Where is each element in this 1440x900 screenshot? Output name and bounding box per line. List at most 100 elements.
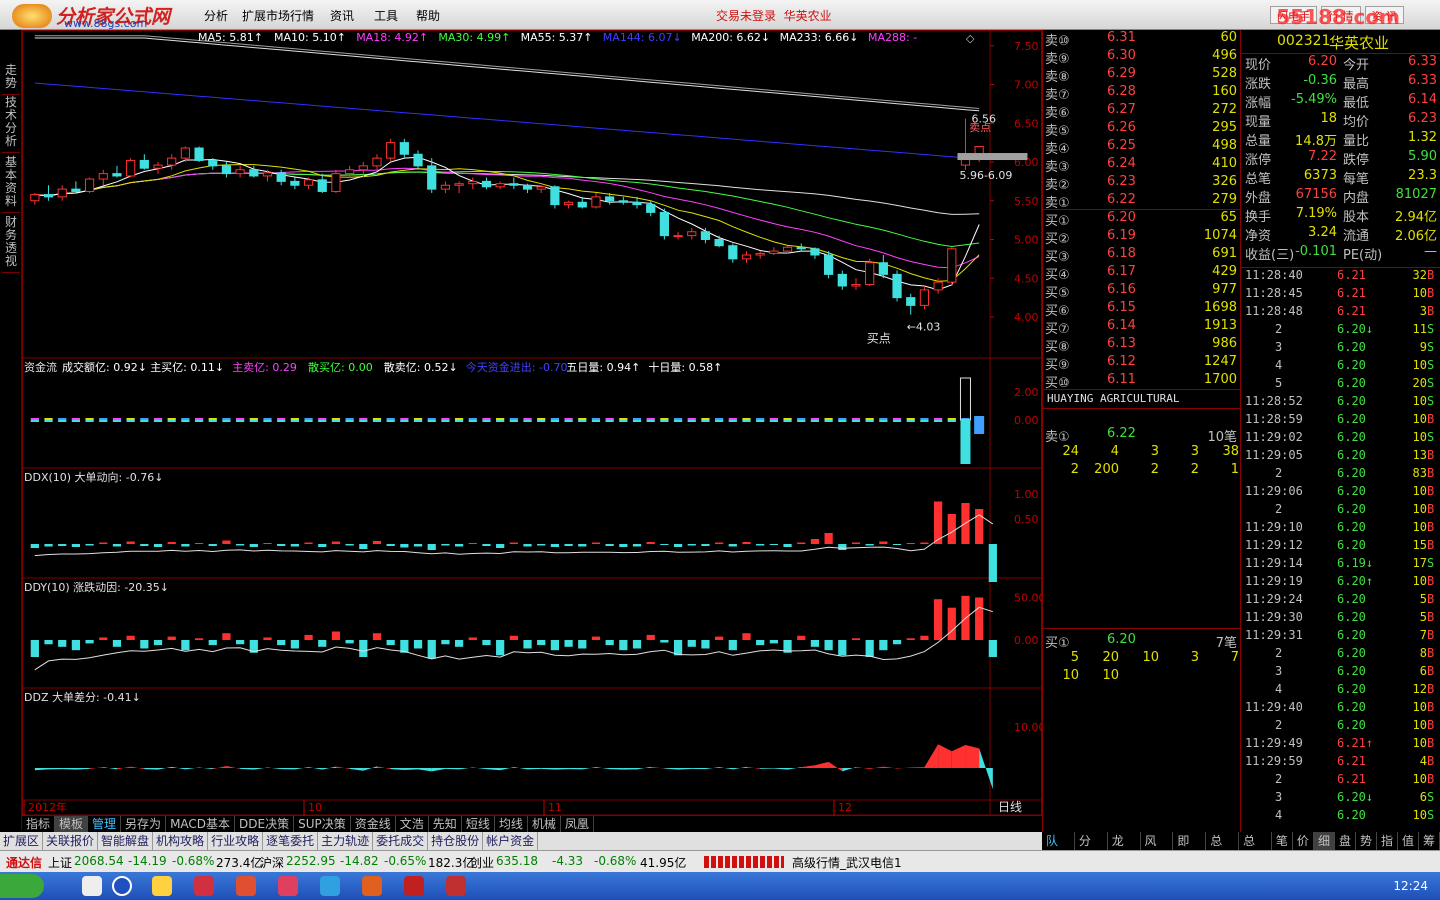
right-panel-tab[interactable]: 价 — [1293, 832, 1314, 850]
side-tab-trend[interactable]: 走势 — [2, 60, 20, 95]
indicator-tab[interactable]: DDE决策 — [235, 816, 295, 832]
menu-news[interactable]: 资讯 — [330, 7, 354, 24]
app-icon[interactable] — [194, 876, 214, 896]
right-panel-tab[interactable]: 队列 — [1042, 832, 1075, 866]
right-panel-tab[interactable]: 总散 — [1206, 832, 1240, 866]
stock-app-icon[interactable] — [404, 876, 424, 896]
right-panel-tab[interactable]: 指 — [1377, 832, 1398, 850]
order-book-sell-row[interactable]: 卖⑨ 6.30 496 — [1043, 48, 1241, 67]
order-book-buy-row[interactable]: 买① 6.20 65 — [1043, 210, 1241, 229]
extension-tab[interactable]: 逐笔委托 — [263, 832, 319, 850]
candle-body — [180, 147, 190, 159]
indicator-tab[interactable]: 模板 — [55, 816, 89, 832]
order-book-sell-row[interactable]: 卖⑥ 6.27 272 — [1043, 102, 1241, 121]
indicator-tab[interactable]: SUP决策 — [294, 816, 351, 832]
order-book-sell-row[interactable]: 卖④ 6.25 498 — [1043, 138, 1241, 157]
right-panel-tab[interactable]: 细 — [1313, 832, 1335, 850]
sell-queue-header: 卖① 6.22 10笔 — [1043, 426, 1241, 445]
right-panel-tab[interactable]: 龙虎 — [1108, 832, 1141, 866]
order-book-buy-row[interactable]: 买⑧ 6.13 986 — [1043, 336, 1241, 355]
extension-tab[interactable]: 智能解盘 — [98, 832, 154, 850]
right-panel-tab[interactable]: 势 — [1356, 832, 1377, 850]
order-book-sell-row[interactable]: 卖③ 6.24 410 — [1043, 156, 1241, 175]
extension-tab[interactable]: 关联报价 — [43, 832, 99, 850]
side-tab-financials[interactable]: 财务透视 — [2, 212, 20, 273]
taskbar-app-icon[interactable] — [82, 876, 102, 896]
order-book-sell-row[interactable]: 卖② 6.23 326 — [1043, 174, 1241, 193]
right-panel-tab[interactable]: 值 — [1398, 832, 1420, 850]
ddz-area — [335, 766, 350, 769]
order-book-sell-row[interactable]: 卖⑩ 6.31 60 — [1043, 30, 1241, 49]
right-panel-tab[interactable]: 总委 — [1239, 832, 1272, 866]
ddy-bar — [277, 640, 286, 646]
order-book-buy-row[interactable]: 买⑨ 6.12 1247 — [1043, 354, 1241, 373]
indicator-tab[interactable]: 资金线 — [351, 816, 396, 832]
side-tab-fundamentals[interactable]: 基本资料 — [2, 152, 20, 213]
moneyflow-bar — [58, 420, 67, 422]
extension-tab[interactable]: 行业攻略 — [208, 832, 264, 850]
indicator-tab[interactable]: 管理 — [88, 816, 122, 832]
order-book-sell-row[interactable]: 卖① 6.22 279 — [1043, 192, 1241, 211]
quote-label: 今开 — [1343, 58, 1370, 73]
menu-analysis[interactable]: 分析 — [204, 7, 228, 24]
right-panel-tab[interactable]: 筹 — [1419, 832, 1440, 850]
order-book-buy-row[interactable]: 买④ 6.17 429 — [1043, 264, 1241, 283]
extension-tab[interactable]: 帐户资金 — [483, 832, 539, 850]
extension-tab[interactable]: 持仓股份 — [428, 832, 484, 850]
buy-queue-row: 10 10 — [1043, 668, 1241, 686]
indicator-tab[interactable]: 均线 — [495, 816, 528, 832]
qq-icon[interactable] — [152, 876, 172, 896]
indicator-tab[interactable]: 另存为 — [121, 816, 167, 832]
menu-extended-market[interactable]: 扩展市场行情 — [242, 7, 314, 24]
quote-value: 2.94亿 — [1395, 210, 1437, 225]
player-icon[interactable] — [362, 876, 382, 896]
right-panel-tab[interactable]: 笔 — [1272, 832, 1293, 850]
media-icon[interactable] — [278, 876, 298, 896]
menu-help[interactable]: 帮助 — [416, 7, 440, 24]
order-book-buy-row[interactable]: 买② 6.19 1074 — [1043, 228, 1241, 247]
side-tab-technical[interactable]: 技术分析 — [2, 92, 20, 153]
sell-level-volume: 498 — [1212, 138, 1237, 153]
kline-chart[interactable]: 7.507.006.506.005.505.004.504.006.565.96… — [22, 30, 1042, 816]
period-label[interactable]: 日线 — [998, 800, 1022, 814]
indicator-tab[interactable]: 文浩 — [396, 816, 429, 832]
tick-volume: 10 — [1412, 394, 1427, 408]
extension-tab[interactable]: 机构攻略 — [153, 832, 209, 850]
extension-tab[interactable]: 扩展区 — [0, 832, 44, 850]
server-name[interactable]: 高级行情_武汉电信1 — [792, 854, 902, 871]
extension-tab[interactable]: 委托成交 — [373, 832, 429, 850]
ddz-area — [855, 767, 870, 769]
order-book-sell-row[interactable]: 卖⑧ 6.29 528 — [1043, 66, 1241, 85]
indicator-tab[interactable]: 短线 — [462, 816, 495, 832]
indicator-tab[interactable]: 凤凰 — [561, 816, 594, 832]
tick-price: 6.20↑ — [1337, 574, 1374, 588]
order-book-buy-row[interactable]: 买⑩ 6.11 1700 — [1043, 372, 1241, 391]
order-book-buy-row[interactable]: 买③ 6.18 691 — [1043, 246, 1241, 265]
menu-tools[interactable]: 工具 — [374, 7, 398, 24]
analysis-app-icon[interactable] — [446, 876, 466, 896]
order-book-buy-row[interactable]: 买⑥ 6.15 1698 — [1043, 300, 1241, 319]
home-icon[interactable] — [236, 876, 256, 896]
chart-panel[interactable]: 7.50 7.00 6.50 6.00 5.50 5.00 4.50 4.00 6.56 5.96… — [22, 30, 1042, 816]
right-panel-tab[interactable]: 风向 — [1141, 832, 1174, 866]
right-panel-tab[interactable]: 盘 — [1335, 832, 1356, 850]
right-panel-tab[interactable]: 即散 — [1173, 832, 1207, 866]
sell-queue-cell: 4 — [1110, 444, 1119, 459]
order-book-buy-row[interactable]: 买⑤ 6.16 977 — [1043, 282, 1241, 301]
start-button[interactable] — [0, 874, 44, 898]
indicator-tab[interactable]: 先知 — [429, 816, 462, 832]
ddx-bar — [838, 544, 847, 550]
order-book-sell-row[interactable]: 卖⑦ 6.28 160 — [1043, 84, 1241, 103]
ddy-bar — [824, 640, 833, 651]
right-panel-tab[interactable]: 分布 — [1075, 832, 1108, 866]
tick-list[interactable]: 11:28:40 6.21 32 B 11:28:45 6.21 10 B 11:28:48 6.… — [1241, 268, 1440, 832]
order-book-sell-row[interactable]: 卖⑤ 6.26 295 — [1043, 120, 1241, 139]
indicator-tab[interactable]: 机械 — [528, 816, 561, 832]
order-book-buy-row[interactable]: 买⑦ 6.14 1913 — [1043, 318, 1241, 337]
indicator-tab[interactable]: 指标 — [22, 816, 56, 832]
sync-icon[interactable] — [320, 876, 340, 896]
extension-tab[interactable]: 主力轨迹 — [318, 832, 374, 850]
indicator-tab[interactable]: MACD基本 — [166, 816, 236, 832]
ddz-area — [144, 768, 159, 770]
browser-icon[interactable] — [112, 876, 132, 896]
